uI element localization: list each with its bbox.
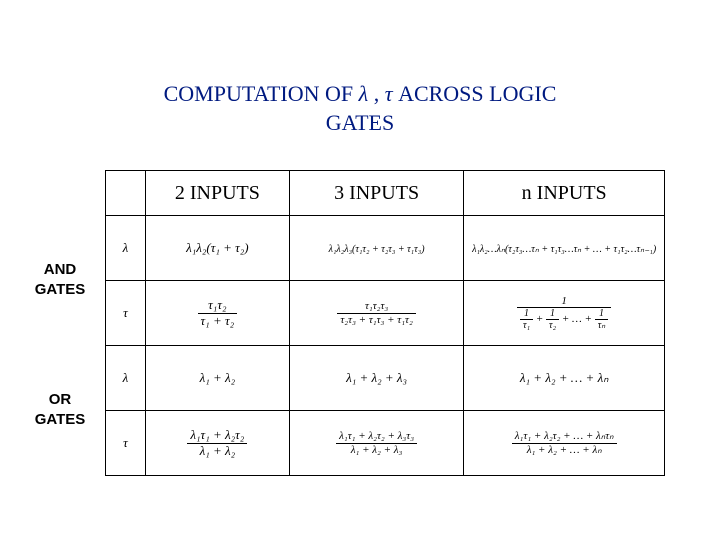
row-label-and-1: AND: [44, 261, 77, 278]
row-label-or-1: OR: [49, 391, 72, 408]
title-mid: ACROSS LOGIC: [393, 81, 557, 106]
header-3-inputs: 3 INPUTS: [289, 171, 463, 216]
row-or-tau: τ λ₁τ₁ + λ₂τ₂λ₁ + λ₂ λ₁τ₁ + λ₂τ₂ + λ₃τ₃λ…: [106, 411, 665, 476]
cell-or-tau-3: λ₁τ₁ + λ₂τ₂ + λ₃τ₃λ₁ + λ₂ + λ₃: [289, 411, 463, 476]
row-label-and: AND GATES: [25, 260, 95, 299]
frac-den: λ₁ + λ₂ + … + λₙ: [512, 444, 617, 456]
table-header-row: 2 INPUTS 3 INPUTS n INPUTS: [106, 171, 665, 216]
frac-num: λ₁τ₁ + λ₂τ₂ + … + λₙτₙ: [512, 430, 617, 443]
cell-and-tau-3: τ₁τ₂τ₃τ₂τ₃ + τ₁τ₃ + τ₁τ₂: [289, 281, 463, 346]
cell-or-lambda-n: λ₁ + λ₂ + … + λₙ: [464, 346, 665, 411]
row-or-lambda: λ λ₁ + λ₂ λ₁ + λ₂ + λ₃ λ₁ + λ₂ + … + λₙ: [106, 346, 665, 411]
frac-den: 1τ₁ + 1τ₂ + … + 1τₙ: [517, 308, 611, 331]
cell-and-lambda-n: λ₁λ₂…λₙ(τ₂τ₃…τₙ + τ₁τ₃…τₙ + … + τ₁τ₂…τₙ₋…: [464, 216, 665, 281]
title-line2: GATES: [326, 110, 394, 135]
symbol-tau: τ: [106, 411, 146, 476]
frac-den: τ₁ + τ₂: [198, 314, 238, 328]
frac-num: 1: [517, 295, 611, 308]
cell-and-lambda-3: λ₁λ₂λ₃(τ₁τ₂ + τ₂τ₃ + τ₁τ₃): [289, 216, 463, 281]
expr: λ₁λ₂…λₙ(τ₂τ₃…τₙ + τ₁τ₃…τₙ + … + τ₁τ₂…τₙ₋…: [472, 244, 656, 256]
frac-num: τ₁τ₂τ₃: [337, 300, 415, 313]
n: 1: [595, 308, 609, 320]
title-tau: τ: [385, 81, 393, 106]
d: τₙ: [595, 320, 609, 331]
header-n-inputs: n INPUTS: [464, 171, 665, 216]
row-label-or-2: GATES: [35, 411, 86, 428]
expr: λ₁ + λ₂ + λ₃: [346, 370, 407, 385]
expr: λ₁ + λ₂ + … + λₙ: [520, 370, 609, 385]
cell-and-tau-2: τ₁τ₂τ₁ + τ₂: [145, 281, 289, 346]
title-comma: ,: [368, 81, 385, 106]
page-title: COMPUTATION OF λ , τ ACROSS LOGIC GATES: [0, 80, 720, 137]
frac-num: λ₁τ₁ + λ₂τ₂: [187, 428, 247, 443]
cell-and-tau-n: 1 1τ₁ + 1τ₂ + … + 1τₙ: [464, 281, 665, 346]
frac-den: τ₂τ₃ + τ₁τ₃ + τ₁τ₂: [337, 314, 415, 326]
n: 1: [546, 308, 559, 320]
row-label-and-2: GATES: [35, 281, 86, 298]
title-lambda: λ: [359, 81, 369, 106]
expr: λ₁λ₂(τ₁ + τ₂): [186, 240, 249, 255]
expr: λ₁ + λ₂: [200, 370, 236, 385]
frac-den: λ₁ + λ₂: [187, 444, 247, 458]
logic-gate-table: 2 INPUTS 3 INPUTS n INPUTS λ λ₁λ₂(τ₁ + τ…: [105, 170, 665, 476]
symbol-lambda: λ: [106, 346, 146, 411]
d: τ₂: [546, 320, 559, 331]
frac-num: τ₁τ₂: [198, 298, 238, 313]
symbol-tau: τ: [106, 281, 146, 346]
cell-or-lambda-3: λ₁ + λ₂ + λ₃: [289, 346, 463, 411]
cell-or-tau-n: λ₁τ₁ + λ₂τ₂ + … + λₙτₙλ₁ + λ₂ + … + λₙ: [464, 411, 665, 476]
n: 1: [520, 308, 533, 320]
expr: λ₁λ₂λ₃(τ₁τ₂ + τ₂τ₃ + τ₁τ₃): [329, 244, 425, 255]
row-and-tau: τ τ₁τ₂τ₁ + τ₂ τ₁τ₂τ₃τ₂τ₃ + τ₁τ₃ + τ₁τ₂ 1…: [106, 281, 665, 346]
row-label-or: OR GATES: [25, 390, 95, 429]
title-prefix: COMPUTATION OF: [164, 81, 359, 106]
cell-or-lambda-2: λ₁ + λ₂: [145, 346, 289, 411]
row-and-lambda: λ λ₁λ₂(τ₁ + τ₂) λ₁λ₂λ₃(τ₁τ₂ + τ₂τ₃ + τ₁τ…: [106, 216, 665, 281]
header-blank: [106, 171, 146, 216]
frac-num: λ₁τ₁ + λ₂τ₂ + λ₃τ₃: [336, 430, 417, 443]
cell-or-tau-2: λ₁τ₁ + λ₂τ₂λ₁ + λ₂: [145, 411, 289, 476]
d: τ₁: [520, 320, 533, 331]
frac-den: λ₁ + λ₂ + λ₃: [336, 444, 417, 456]
plus: +: [533, 313, 546, 325]
ldots: + … +: [559, 313, 595, 325]
symbol-lambda: λ: [106, 216, 146, 281]
header-2-inputs: 2 INPUTS: [145, 171, 289, 216]
cell-and-lambda-2: λ₁λ₂(τ₁ + τ₂): [145, 216, 289, 281]
